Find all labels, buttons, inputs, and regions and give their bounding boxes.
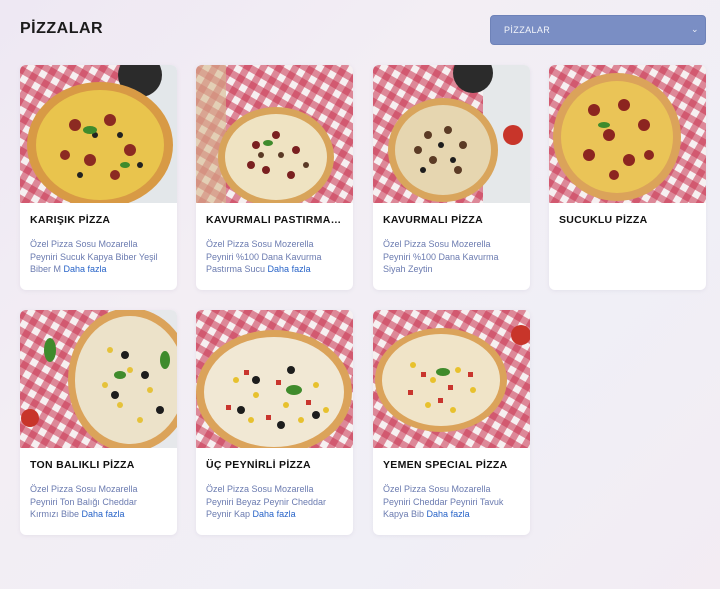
more-link[interactable]: Daha fazla bbox=[268, 264, 311, 274]
product-image bbox=[196, 65, 353, 203]
more-link[interactable]: Daha fazla bbox=[253, 509, 296, 519]
product-card-kavurmali[interactable]: KAVURMALI PİZZA Özel Pizza Sosu Mozerell… bbox=[373, 65, 530, 290]
product-name: KAVURMALI PASTIRMAL... bbox=[206, 214, 343, 226]
more-link[interactable]: Daha fazla bbox=[82, 509, 125, 519]
product-image bbox=[373, 65, 530, 203]
product-card-sucuklu[interactable]: SUCUKLU PİZZA bbox=[549, 65, 706, 290]
product-card-ton-balikli[interactable]: TON BALIKLI PİZZA Özel Pizza Sosu Mozare… bbox=[20, 310, 177, 535]
product-description: Özel Pizza Sosu Mozarella Peyniri Sucuk … bbox=[30, 239, 158, 274]
product-card-kavurmali-pastirmali[interactable]: KAVURMALI PASTIRMAL... Özel Pizza Sosu M… bbox=[196, 65, 353, 290]
category-select[interactable]: PİZZALAR ⌄ bbox=[490, 15, 706, 45]
product-card-uc-peynirli[interactable]: ÜÇ PEYNİRLİ PİZZA Özel Pizza Sosu Mozare… bbox=[196, 310, 353, 535]
product-card-yemen-special[interactable]: YEMEN SPECIAL PİZZA Özel Pizza Sosu Moza… bbox=[373, 310, 530, 535]
product-image bbox=[20, 310, 177, 448]
chevron-down-icon: ⌄ bbox=[691, 24, 699, 34]
product-name: TON BALIKLI PİZZA bbox=[30, 459, 135, 471]
product-name: KARIŞIK PİZZA bbox=[30, 214, 111, 226]
product-image bbox=[196, 310, 353, 448]
product-description: Özel Pizza Sosu Mozerella Peyniri %100 D… bbox=[206, 239, 322, 274]
more-link[interactable]: Daha fazla bbox=[427, 509, 470, 519]
product-image bbox=[373, 310, 530, 448]
product-description: Özel Pizza Sosu Mozarella Peyniri Ton Ba… bbox=[30, 484, 138, 519]
product-image bbox=[20, 65, 177, 203]
product-description: Özel Pizza Sosu Mozerella Peyniri %100 D… bbox=[383, 239, 499, 274]
product-description: Özel Pizza Sosu Mozarella Peyniri Beyaz … bbox=[206, 484, 327, 519]
product-card-karisik[interactable]: KARIŞIK PİZZA Özel Pizza Sosu Mozarella … bbox=[20, 65, 177, 290]
product-name: KAVURMALI PİZZA bbox=[383, 214, 483, 226]
more-link[interactable]: Daha fazla bbox=[64, 264, 107, 274]
product-name: SUCUKLU PİZZA bbox=[559, 214, 648, 226]
product-image bbox=[549, 65, 706, 203]
product-name: YEMEN SPECIAL PİZZA bbox=[383, 459, 508, 471]
product-name: ÜÇ PEYNİRLİ PİZZA bbox=[206, 459, 311, 471]
product-description: Özel Pizza Sosu Mozarella Peyniri Chedda… bbox=[383, 484, 504, 519]
page-title: PİZZALAR bbox=[20, 20, 104, 37]
category-select-value: PİZZALAR bbox=[504, 25, 551, 35]
